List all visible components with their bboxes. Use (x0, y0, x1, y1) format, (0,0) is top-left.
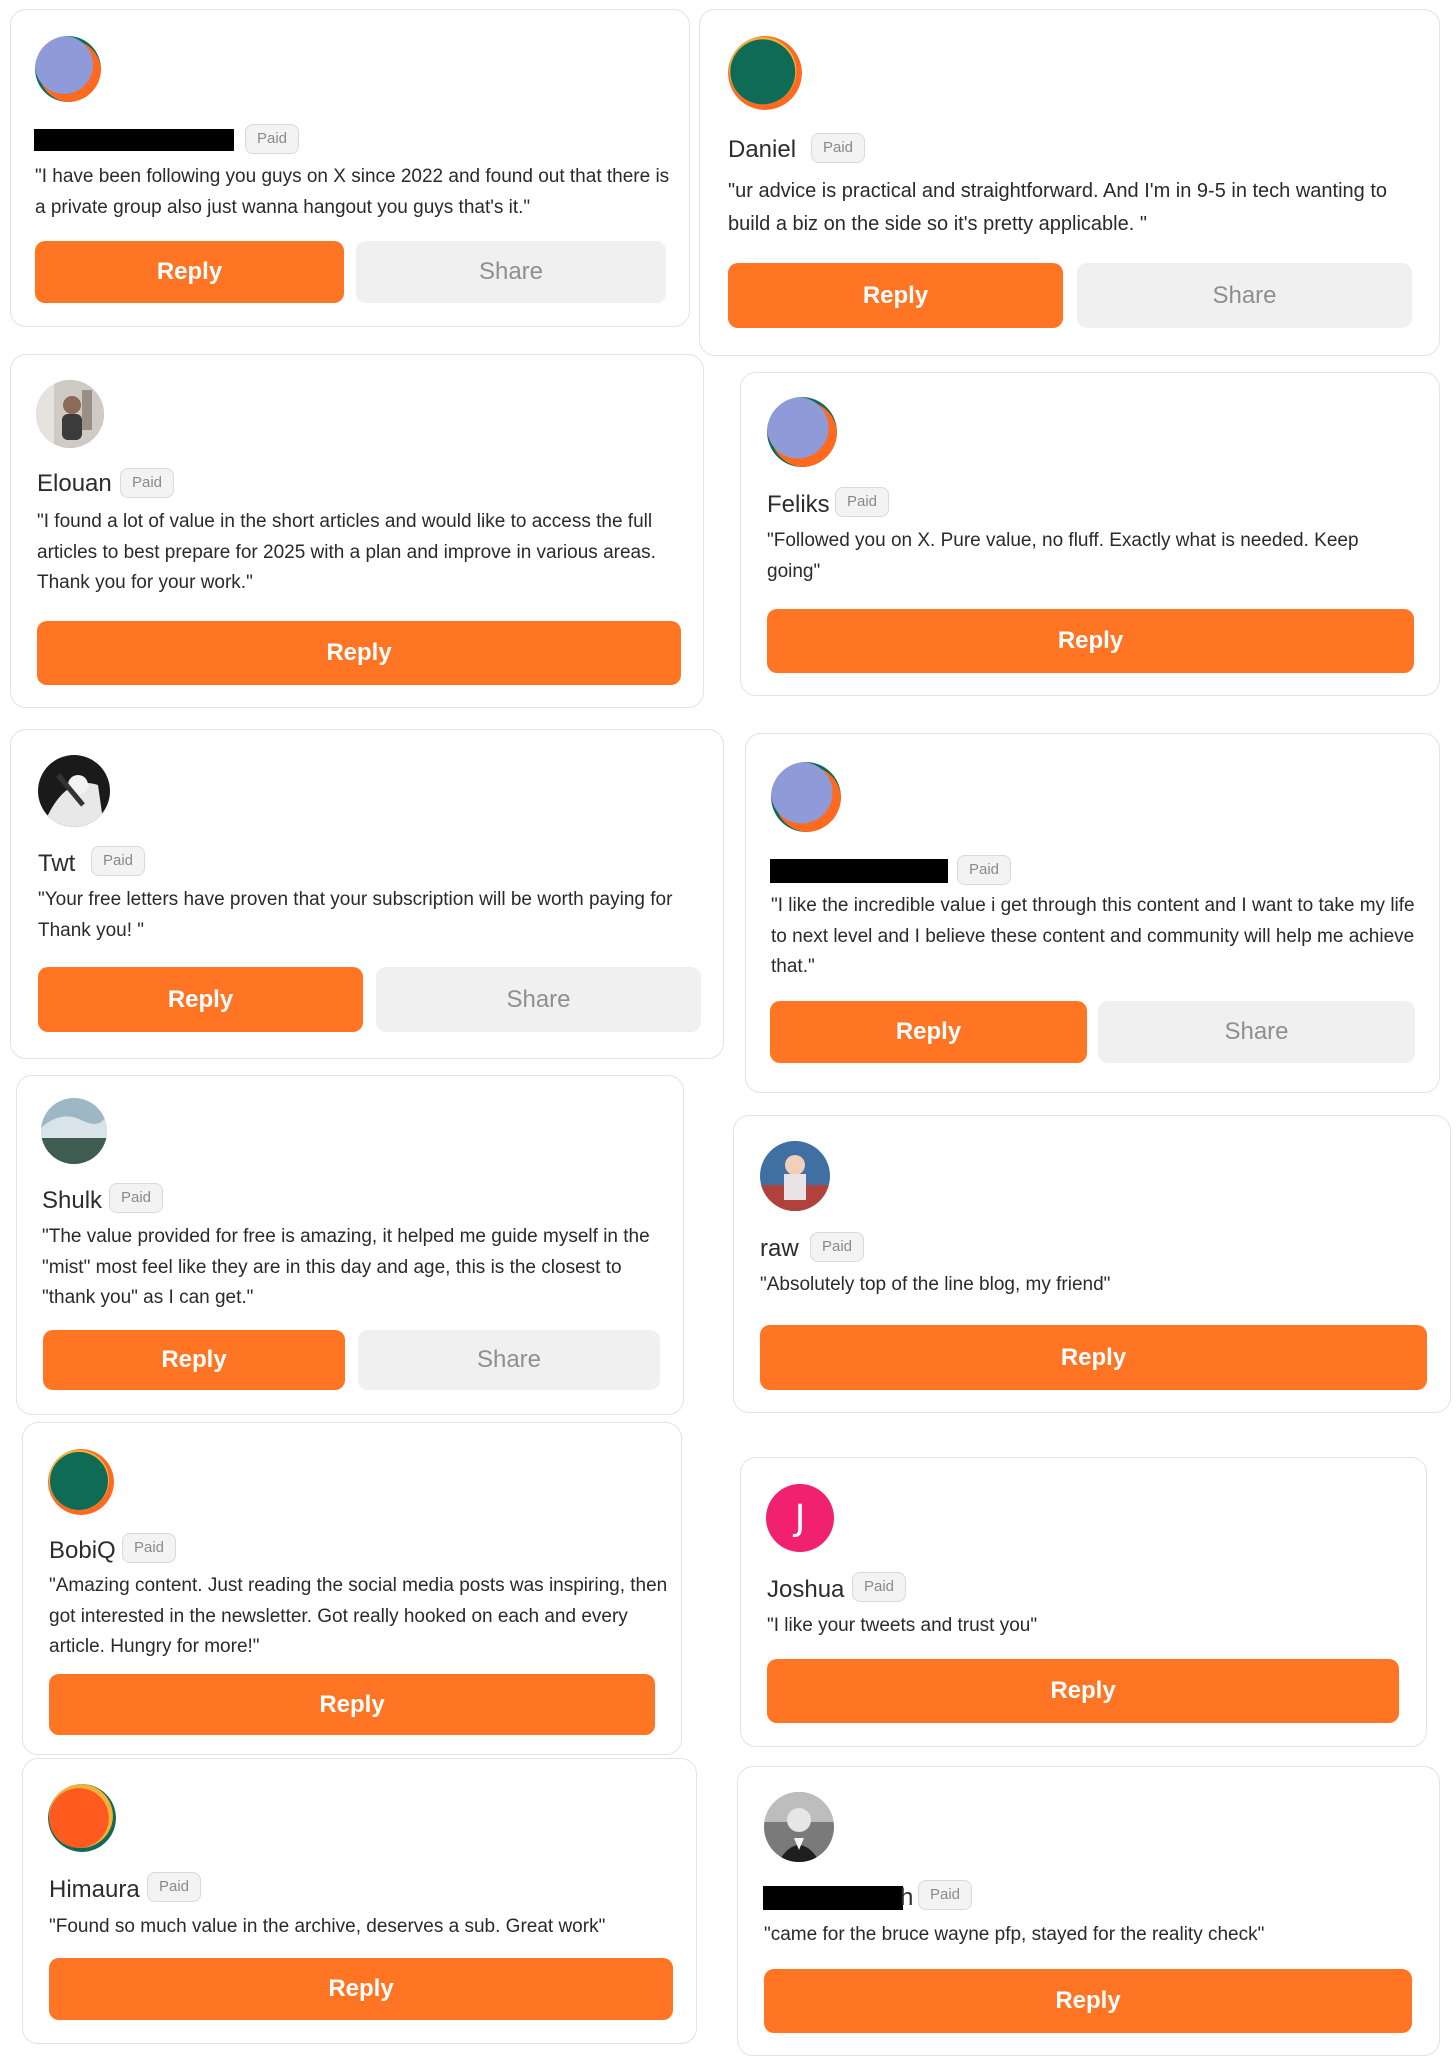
paid-badge: Paid (918, 1880, 973, 1910)
commenter-name: BobiQ (49, 1537, 116, 1564)
default-avatar-icon (728, 36, 802, 110)
default-avatar-icon (35, 36, 101, 102)
comment-card: Elouan Paid "I found a lot of value in t… (10, 354, 704, 708)
avatar[interactable]: J (766, 1484, 834, 1552)
comment-card: Paid "I like the incredible value i get … (745, 733, 1440, 1093)
user-photo-icon (764, 1792, 834, 1862)
comment-text: "The value provided for free is amazing,… (42, 1226, 650, 1308)
commenter-name: Feliks (767, 491, 830, 518)
paid-badge: Paid (245, 124, 300, 154)
comment-text: "came for the bruce wayne pfp, stayed fo… (764, 1924, 1265, 1945)
reply-button[interactable]: Reply (770, 1001, 1087, 1063)
commenter-name: Himaura (49, 1876, 140, 1903)
comment-card: h Paid "came for the bruce wayne pfp, st… (737, 1766, 1440, 2056)
share-button[interactable]: Share (1077, 263, 1412, 328)
comment-card: BobiQ Paid "Amazing content. Just readin… (22, 1422, 682, 1755)
comment-card: Paid "I have been following you guys on … (10, 9, 690, 327)
comment-card: Shulk Paid "The value provided for free … (16, 1075, 684, 1415)
default-avatar-icon (771, 762, 841, 832)
comment-text: "I have been following you guys on X sin… (35, 166, 670, 218)
share-button[interactable]: Share (358, 1330, 660, 1390)
comment-text: "Absolutely top of the line blog, my fri… (760, 1274, 1111, 1295)
comment-text: "Your free letters have proven that your… (38, 889, 673, 941)
paid-badge: Paid (811, 133, 866, 163)
paid-badge: Paid (957, 855, 1012, 885)
default-avatar-icon (767, 397, 837, 467)
reply-button[interactable]: Reply (38, 967, 363, 1032)
reply-button[interactable]: Reply (767, 609, 1414, 673)
comment-text: "Followed you on X. Pure value, no fluff… (767, 530, 1359, 582)
share-button[interactable]: Share (356, 241, 666, 303)
redacted-name (770, 859, 948, 883)
paid-badge: Paid (810, 1232, 865, 1262)
reply-button[interactable]: Reply (49, 1958, 673, 2020)
avatar[interactable] (771, 762, 841, 832)
reply-button[interactable]: Reply (37, 621, 681, 685)
comment-text: "I like the incredible value i get throu… (771, 895, 1415, 977)
avatar[interactable] (728, 36, 802, 110)
reply-button[interactable]: Reply (760, 1325, 1427, 1390)
avatar[interactable] (48, 1449, 114, 1515)
default-avatar-icon (48, 1449, 114, 1515)
redacted-name (34, 129, 234, 151)
paid-badge: Paid (120, 468, 175, 498)
commenter-name: Joshua (767, 1576, 845, 1603)
user-photo-icon (38, 755, 110, 827)
comment-card: raw Paid "Absolutely top of the line blo… (733, 1115, 1451, 1413)
avatar[interactable] (38, 755, 110, 827)
commenter-name: Shulk (42, 1187, 103, 1214)
comment-card: J Joshua Paid "I like your tweets and tr… (740, 1457, 1427, 1747)
avatar[interactable] (35, 36, 101, 102)
comment-text: "ur advice is practical and straightforw… (728, 180, 1388, 235)
avatar[interactable] (764, 1792, 834, 1862)
user-photo-icon (41, 1098, 107, 1164)
comment-text: "Amazing content. Just reading the socia… (49, 1575, 668, 1657)
avatar[interactable] (41, 1098, 107, 1164)
commenter-name: Elouan (37, 470, 112, 497)
paid-badge: Paid (835, 487, 890, 517)
commenter-name: h (900, 1884, 914, 1911)
user-photo-icon (760, 1141, 830, 1211)
default-avatar-icon (48, 1784, 116, 1852)
avatar[interactable] (767, 397, 837, 467)
reply-button[interactable]: Reply (49, 1674, 655, 1735)
comment-text: "I like your tweets and trust you" (767, 1615, 1038, 1636)
comment-text: "Found so much value in the archive, des… (49, 1916, 606, 1937)
reply-button[interactable]: Reply (764, 1969, 1412, 2033)
avatar[interactable] (36, 380, 104, 448)
user-photo-icon (36, 380, 104, 448)
comment-card: Himaura Paid "Found so much value in the… (22, 1758, 697, 2044)
commenter-name: Daniel (728, 136, 797, 163)
commenter-name: raw (760, 1235, 799, 1262)
paid-badge: Paid (109, 1183, 164, 1213)
commenter-name: Twt (38, 850, 76, 877)
reply-button[interactable]: Reply (43, 1330, 345, 1390)
paid-badge: Paid (147, 1872, 202, 1902)
avatar[interactable] (48, 1784, 116, 1852)
comment-card: Twt Paid "Your free letters have proven … (10, 729, 724, 1059)
comment-card: Daniel Paid "ur advice is practical and … (699, 9, 1440, 356)
reply-button[interactable]: Reply (728, 263, 1063, 328)
paid-badge: Paid (122, 1533, 177, 1563)
share-button[interactable]: Share (376, 967, 701, 1032)
reply-button[interactable]: Reply (35, 241, 344, 303)
comment-card: Feliks Paid "Followed you on X. Pure val… (740, 372, 1440, 696)
avatar[interactable] (760, 1141, 830, 1211)
share-button[interactable]: Share (1098, 1001, 1415, 1063)
paid-badge: Paid (852, 1572, 907, 1602)
redacted-name (763, 1886, 903, 1910)
paid-badge: Paid (91, 846, 146, 876)
reply-button[interactable]: Reply (767, 1659, 1399, 1723)
comment-text: "I found a lot of value in the short art… (37, 511, 656, 593)
